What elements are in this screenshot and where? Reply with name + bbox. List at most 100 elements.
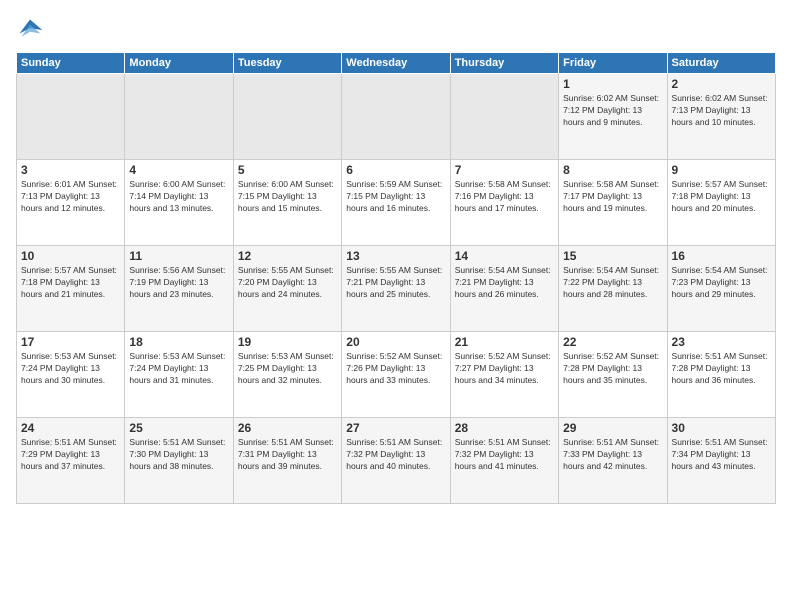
day-number: 13 <box>346 249 445 263</box>
day-number: 20 <box>346 335 445 349</box>
day-info: Sunrise: 5:54 AM Sunset: 7:22 PM Dayligh… <box>563 265 662 301</box>
weekday-friday: Friday <box>559 53 667 74</box>
day-number: 7 <box>455 163 554 177</box>
day-number: 21 <box>455 335 554 349</box>
weekday-header-row: SundayMondayTuesdayWednesdayThursdayFrid… <box>17 53 776 74</box>
day-number: 3 <box>21 163 120 177</box>
day-cell: 25 Sunrise: 5:51 AM Sunset: 7:30 PM Dayli… <box>125 418 233 504</box>
day-number: 14 <box>455 249 554 263</box>
day-cell <box>125 74 233 160</box>
day-number: 16 <box>672 249 771 263</box>
day-number: 30 <box>672 421 771 435</box>
day-info: Sunrise: 5:58 AM Sunset: 7:16 PM Dayligh… <box>455 179 554 215</box>
day-cell: 10Sunrise: 5:57 AM Sunset: 7:18 PM Dayli… <box>17 246 125 332</box>
day-cell: 21 Sunrise: 5:52 AM Sunset: 7:27 PM Dayli… <box>450 332 558 418</box>
day-number: 8 <box>563 163 662 177</box>
day-cell: 27 Sunrise: 5:51 AM Sunset: 7:32 PM Dayli… <box>342 418 450 504</box>
day-number: 1 <box>563 77 662 91</box>
week-row-5: 24Sunrise: 5:51 AM Sunset: 7:29 PM Dayli… <box>17 418 776 504</box>
day-info: Sunrise: 6:00 AM Sunset: 7:14 PM Dayligh… <box>129 179 228 215</box>
day-info: Sunrise: 5:52 AM Sunset: 7:28 PM Dayligh… <box>563 351 662 387</box>
day-info: Sunrise: 5:55 AM Sunset: 7:20 PM Dayligh… <box>238 265 337 301</box>
day-cell: 5 Sunrise: 6:00 AM Sunset: 7:15 PM Daylig… <box>233 160 341 246</box>
weekday-wednesday: Wednesday <box>342 53 450 74</box>
week-row-4: 17 Sunrise: 5:53 AM Sunset: 7:24 PM Dayli… <box>17 332 776 418</box>
day-number: 27 <box>346 421 445 435</box>
day-info: Sunrise: 5:51 AM Sunset: 7:32 PM Dayligh… <box>455 437 554 473</box>
logo <box>16 16 48 44</box>
day-info: Sunrise: 5:52 AM Sunset: 7:27 PM Dayligh… <box>455 351 554 387</box>
day-cell: 24Sunrise: 5:51 AM Sunset: 7:29 PM Dayli… <box>17 418 125 504</box>
day-info: Sunrise: 6:02 AM Sunset: 7:12 PM Dayligh… <box>563 93 662 129</box>
calendar-table: SundayMondayTuesdayWednesdayThursdayFrid… <box>16 52 776 504</box>
day-info: Sunrise: 5:51 AM Sunset: 7:28 PM Dayligh… <box>672 351 771 387</box>
day-info: Sunrise: 6:02 AM Sunset: 7:13 PM Dayligh… <box>672 93 771 129</box>
day-number: 28 <box>455 421 554 435</box>
day-number: 17 <box>21 335 120 349</box>
day-cell: 18 Sunrise: 5:53 AM Sunset: 7:24 PM Dayli… <box>125 332 233 418</box>
day-cell: 1 Sunrise: 6:02 AM Sunset: 7:12 PM Daylig… <box>559 74 667 160</box>
day-info: Sunrise: 5:51 AM Sunset: 7:30 PM Dayligh… <box>129 437 228 473</box>
day-info: Sunrise: 5:54 AM Sunset: 7:21 PM Dayligh… <box>455 265 554 301</box>
day-cell: 7 Sunrise: 5:58 AM Sunset: 7:16 PM Daylig… <box>450 160 558 246</box>
day-cell: 14 Sunrise: 5:54 AM Sunset: 7:21 PM Dayli… <box>450 246 558 332</box>
weekday-thursday: Thursday <box>450 53 558 74</box>
day-cell: 11Sunrise: 5:56 AM Sunset: 7:19 PM Dayli… <box>125 246 233 332</box>
logo-icon <box>16 16 44 44</box>
day-number: 25 <box>129 421 228 435</box>
day-cell: 19 Sunrise: 5:53 AM Sunset: 7:25 PM Dayli… <box>233 332 341 418</box>
day-info: Sunrise: 5:53 AM Sunset: 7:25 PM Dayligh… <box>238 351 337 387</box>
weekday-sunday: Sunday <box>17 53 125 74</box>
day-number: 26 <box>238 421 337 435</box>
day-cell: 26 Sunrise: 5:51 AM Sunset: 7:31 PM Dayli… <box>233 418 341 504</box>
week-row-2: 3Sunrise: 6:01 AM Sunset: 7:13 PM Daylig… <box>17 160 776 246</box>
day-info: Sunrise: 5:54 AM Sunset: 7:23 PM Dayligh… <box>672 265 771 301</box>
day-info: Sunrise: 5:53 AM Sunset: 7:24 PM Dayligh… <box>21 351 120 387</box>
day-cell: 3Sunrise: 6:01 AM Sunset: 7:13 PM Daylig… <box>17 160 125 246</box>
day-info: Sunrise: 5:52 AM Sunset: 7:26 PM Dayligh… <box>346 351 445 387</box>
day-info: Sunrise: 5:55 AM Sunset: 7:21 PM Dayligh… <box>346 265 445 301</box>
day-info: Sunrise: 5:57 AM Sunset: 7:18 PM Dayligh… <box>21 265 120 301</box>
day-info: Sunrise: 5:58 AM Sunset: 7:17 PM Dayligh… <box>563 179 662 215</box>
weekday-tuesday: Tuesday <box>233 53 341 74</box>
day-info: Sunrise: 5:57 AM Sunset: 7:18 PM Dayligh… <box>672 179 771 215</box>
day-number: 9 <box>672 163 771 177</box>
day-number: 22 <box>563 335 662 349</box>
day-info: Sunrise: 5:51 AM Sunset: 7:33 PM Dayligh… <box>563 437 662 473</box>
header <box>16 16 776 44</box>
week-row-3: 10Sunrise: 5:57 AM Sunset: 7:18 PM Dayli… <box>17 246 776 332</box>
day-cell: 15 Sunrise: 5:54 AM Sunset: 7:22 PM Dayli… <box>559 246 667 332</box>
page: SundayMondayTuesdayWednesdayThursdayFrid… <box>0 0 792 612</box>
day-info: Sunrise: 5:51 AM Sunset: 7:29 PM Dayligh… <box>21 437 120 473</box>
day-number: 4 <box>129 163 228 177</box>
day-number: 5 <box>238 163 337 177</box>
day-info: Sunrise: 5:51 AM Sunset: 7:31 PM Dayligh… <box>238 437 337 473</box>
day-cell: 2 Sunrise: 6:02 AM Sunset: 7:13 PM Daylig… <box>667 74 775 160</box>
day-number: 19 <box>238 335 337 349</box>
day-cell: 9 Sunrise: 5:57 AM Sunset: 7:18 PM Daylig… <box>667 160 775 246</box>
day-number: 23 <box>672 335 771 349</box>
weekday-monday: Monday <box>125 53 233 74</box>
day-cell: 17 Sunrise: 5:53 AM Sunset: 7:24 PM Dayli… <box>17 332 125 418</box>
day-number: 6 <box>346 163 445 177</box>
week-row-1: 1 Sunrise: 6:02 AM Sunset: 7:12 PM Daylig… <box>17 74 776 160</box>
day-cell <box>342 74 450 160</box>
day-cell: 28 Sunrise: 5:51 AM Sunset: 7:32 PM Dayli… <box>450 418 558 504</box>
day-info: Sunrise: 6:00 AM Sunset: 7:15 PM Dayligh… <box>238 179 337 215</box>
day-cell: 4 Sunrise: 6:00 AM Sunset: 7:14 PM Daylig… <box>125 160 233 246</box>
day-info: Sunrise: 5:56 AM Sunset: 7:19 PM Dayligh… <box>129 265 228 301</box>
day-cell: 22 Sunrise: 5:52 AM Sunset: 7:28 PM Dayli… <box>559 332 667 418</box>
day-number: 12 <box>238 249 337 263</box>
day-number: 2 <box>672 77 771 91</box>
day-info: Sunrise: 5:53 AM Sunset: 7:24 PM Dayligh… <box>129 351 228 387</box>
day-cell: 23 Sunrise: 5:51 AM Sunset: 7:28 PM Dayli… <box>667 332 775 418</box>
day-cell: 6Sunrise: 5:59 AM Sunset: 7:15 PM Daylig… <box>342 160 450 246</box>
day-info: Sunrise: 5:51 AM Sunset: 7:32 PM Dayligh… <box>346 437 445 473</box>
day-number: 18 <box>129 335 228 349</box>
calendar-body: 1 Sunrise: 6:02 AM Sunset: 7:12 PM Daylig… <box>17 74 776 504</box>
day-number: 29 <box>563 421 662 435</box>
weekday-saturday: Saturday <box>667 53 775 74</box>
day-cell <box>17 74 125 160</box>
day-number: 15 <box>563 249 662 263</box>
day-info: Sunrise: 5:51 AM Sunset: 7:34 PM Dayligh… <box>672 437 771 473</box>
